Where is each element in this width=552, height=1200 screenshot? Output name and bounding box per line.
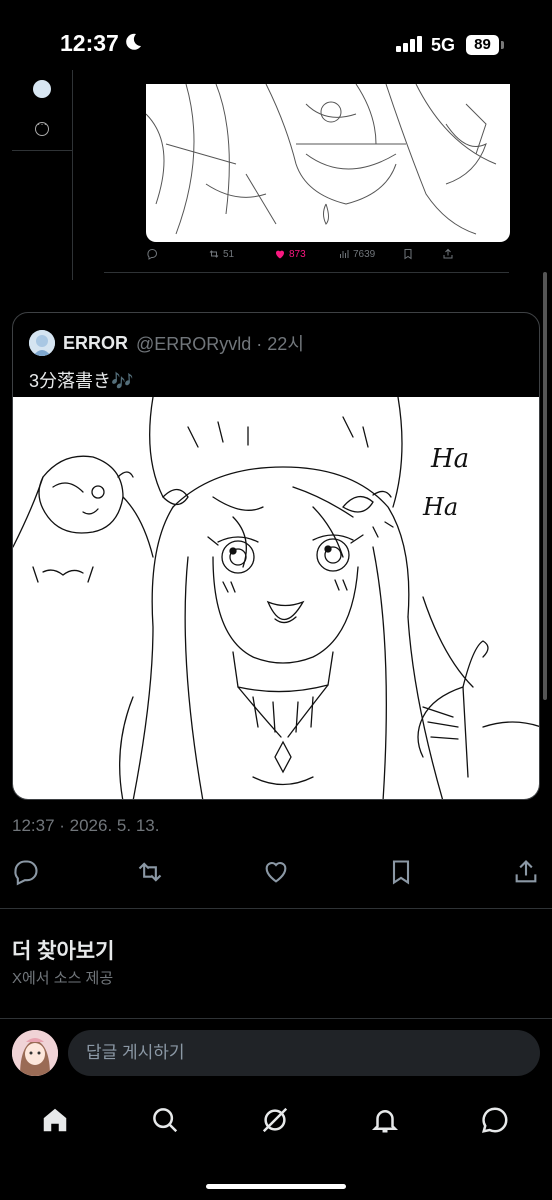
more-icon[interactable] xyxy=(35,119,49,136)
battery-icon: 89 xyxy=(466,35,499,55)
section-divider xyxy=(0,1018,552,1019)
heart-icon[interactable] xyxy=(262,858,290,886)
quoted-tweet-card[interactable]: ERROR @ERRORyvld · 22시 3分落書き🎶 Ha Ha xyxy=(12,312,540,800)
prev-view-count: 7639 xyxy=(353,248,376,260)
heart-filled-icon xyxy=(275,250,285,259)
prev-repost[interactable]: 51 xyxy=(208,248,234,260)
prev-reply[interactable] xyxy=(146,248,158,260)
prev-repost-count: 51 xyxy=(223,248,235,260)
quoted-author-handle: @ERRORyvld · 22시 xyxy=(136,334,304,354)
tab-notifications[interactable] xyxy=(365,1100,405,1140)
signal-icon xyxy=(396,36,422,52)
prev-like[interactable]: 873 xyxy=(274,248,306,260)
quoted-author-name[interactable]: ERROR xyxy=(63,333,128,354)
tab-messages[interactable] xyxy=(475,1100,515,1140)
more-section-title: 더 찾아보기 xyxy=(12,940,115,963)
thread-line xyxy=(72,70,73,280)
bookmark-icon xyxy=(404,249,412,260)
battery-tip xyxy=(501,41,504,49)
sidebar-avatar[interactable] xyxy=(33,80,51,98)
share-icon[interactable] xyxy=(512,858,540,886)
quoted-avatar[interactable] xyxy=(29,330,55,356)
home-indicator[interactable] xyxy=(206,1184,346,1189)
grok-icon xyxy=(262,1107,288,1133)
section-divider xyxy=(0,908,552,909)
reply-input[interactable] xyxy=(68,1030,540,1076)
tweet-action-bar xyxy=(0,852,552,892)
bell-icon xyxy=(371,1110,399,1133)
prev-bookmark[interactable] xyxy=(402,248,414,260)
drawing-caption-2: Ha xyxy=(422,493,458,521)
line-drawing: Ha Ha xyxy=(13,396,539,799)
prev-share[interactable] xyxy=(442,248,454,260)
status-time: 12:37 xyxy=(60,30,119,56)
user-avatar[interactable] xyxy=(12,1030,58,1076)
bottom-tab-bar xyxy=(0,1090,552,1150)
prev-like-count: 873 xyxy=(289,248,306,260)
reply-icon[interactable] xyxy=(12,858,40,886)
views-icon xyxy=(340,250,349,258)
share-icon xyxy=(443,248,453,259)
quoted-tweet-header: ERROR @ERRORyvld · 22시 xyxy=(29,329,304,357)
tab-home[interactable] xyxy=(35,1100,75,1140)
avatar-image xyxy=(29,330,55,356)
tab-search[interactable] xyxy=(145,1100,185,1140)
tweet-timestamp[interactable]: 12:37 · 2026. 5. 13. xyxy=(12,816,159,836)
previous-tweet-actions: 51 873 7639 xyxy=(146,248,456,264)
bookmark-icon[interactable] xyxy=(387,858,415,886)
status-bar: 12:37 5G 89 xyxy=(0,0,552,70)
repost-icon[interactable] xyxy=(136,858,164,886)
drawing-caption-1: Ha xyxy=(430,444,469,474)
previous-tweet-divider xyxy=(104,272,509,273)
reply-icon xyxy=(147,249,157,260)
more-section-subtitle: X에서 소스 제공 xyxy=(12,970,114,987)
home-icon xyxy=(43,1108,67,1132)
prev-views[interactable]: 7639 xyxy=(338,248,375,260)
sketch-drawing xyxy=(146,84,497,235)
search-icon xyxy=(153,1108,178,1133)
tab-grok[interactable] xyxy=(255,1100,295,1140)
quoted-tweet-image[interactable]: Ha Ha xyxy=(13,396,539,799)
moon-icon xyxy=(126,33,141,50)
scrollbar[interactable] xyxy=(543,272,547,700)
network-type: 5G xyxy=(431,35,456,55)
avatar-image xyxy=(12,1030,58,1076)
quoted-tweet-text: 3分落書き🎶 xyxy=(29,371,134,391)
previous-tweet-image[interactable] xyxy=(146,84,510,242)
repost-icon xyxy=(209,250,219,258)
message-icon xyxy=(481,1107,508,1133)
sidebar-divider xyxy=(12,150,72,151)
